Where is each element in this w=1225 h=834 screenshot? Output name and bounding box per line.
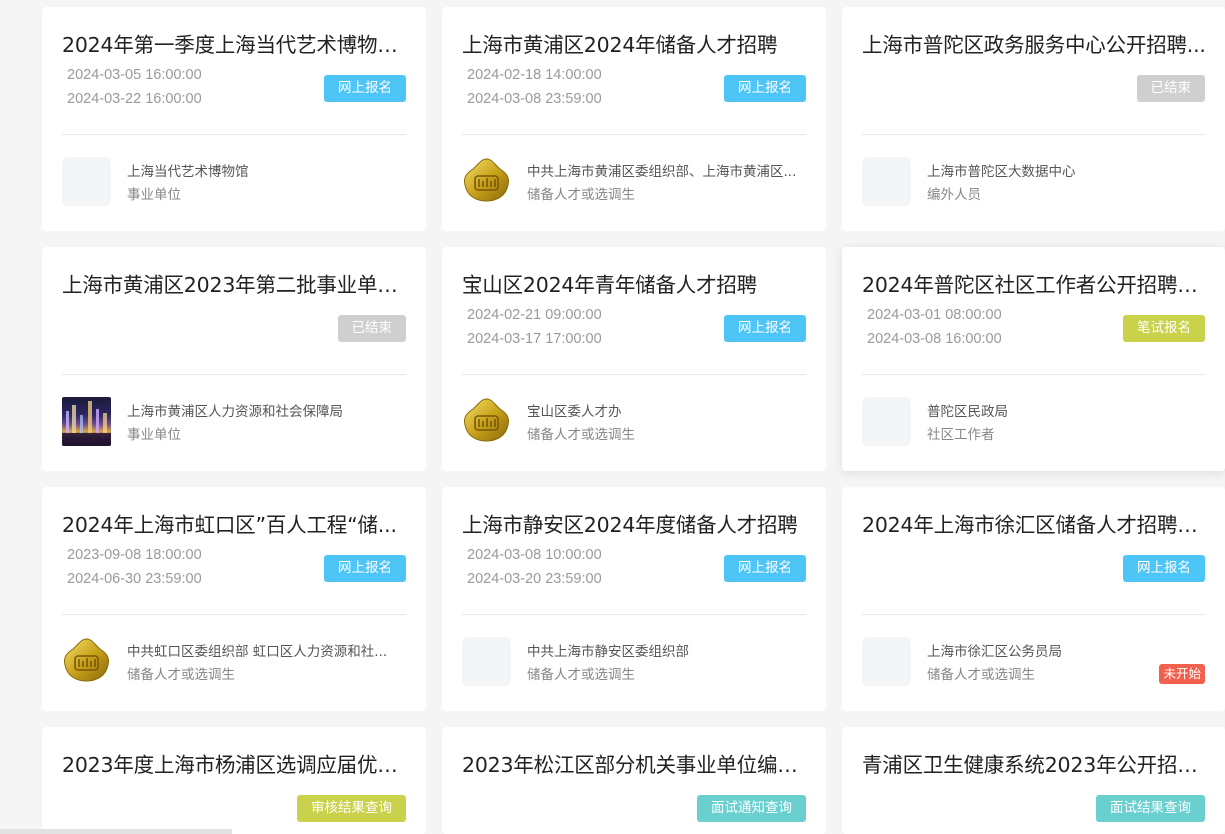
start-date: 2024-02-18 14:00:00 xyxy=(467,67,602,83)
interview-notice-query-button[interactable]: 面试通知查询 xyxy=(697,795,806,822)
job-title[interactable]: 2024年上海市虹口区”百人工程“储... xyxy=(62,511,407,539)
org-name: 上海市黄浦区人力资源和社会保障局 xyxy=(127,404,343,420)
end-date: 2024-03-22 16:00:00 xyxy=(67,91,202,107)
review-result-query-button[interactable]: 审核结果查询 xyxy=(297,795,406,822)
end-date: 2024-03-08 23:59:00 xyxy=(467,91,602,107)
job-title[interactable]: 2024年普陀区社区工作者公开招聘笔... xyxy=(862,271,1207,299)
gold-emblem-icon xyxy=(462,157,511,206)
job-card[interactable]: 2024年上海市虹口区”百人工程“储... 2023-09-08 18:00:0… xyxy=(42,487,426,711)
job-card[interactable]: 2023年松江区部分机关事业单位编外... 面试通知查询 xyxy=(442,727,826,834)
job-category: 储备人才或选调生 xyxy=(927,667,1035,683)
divider xyxy=(462,614,806,615)
org-name: 中共上海市静安区委组织部 xyxy=(527,644,689,660)
online-signup-button[interactable]: 网上报名 xyxy=(324,75,406,102)
job-card[interactable]: 上海市黄浦区2024年储备人才招聘 2024-02-18 14:00:00 20… xyxy=(442,7,826,231)
end-date: 2024-03-08 16:00:00 xyxy=(867,331,1002,347)
org-logo xyxy=(462,637,511,686)
divider xyxy=(62,614,406,615)
end-date: 2024-03-20 23:59:00 xyxy=(467,571,602,587)
divider xyxy=(62,134,406,135)
job-category: 储备人才或选调生 xyxy=(527,187,635,203)
job-title[interactable]: 上海市普陀区政务服务中心公开招聘... xyxy=(862,31,1207,59)
gold-emblem-icon xyxy=(462,397,511,446)
org-logo xyxy=(862,157,911,206)
org-logo xyxy=(862,397,911,446)
job-card-hovered[interactable]: 2024年普陀区社区工作者公开招聘笔... 2024-03-01 08:00:0… xyxy=(842,247,1225,471)
job-category: 社区工作者 xyxy=(927,427,995,443)
gold-emblem-icon xyxy=(62,637,111,686)
divider xyxy=(862,614,1205,615)
interview-result-query-button[interactable]: 面试结果查询 xyxy=(1096,795,1205,822)
job-card[interactable]: 上海市静安区2024年度储备人才招聘 2024-03-08 10:00:00 2… xyxy=(442,487,826,711)
job-card-grid: 2024年第一季度上海当代艺术博物馆... 2024-03-05 16:00:0… xyxy=(0,0,1225,834)
online-signup-button[interactable]: 网上报名 xyxy=(724,555,806,582)
org-name: 宝山区委人才办 xyxy=(527,404,622,420)
job-category: 事业单位 xyxy=(127,187,181,203)
org-name: 上海市徐汇区公务员局 xyxy=(927,644,1062,660)
org-logo xyxy=(862,637,911,686)
not-started-status-badge: 未开始 xyxy=(1159,664,1205,684)
org-name: 上海市普陀区大数据中心 xyxy=(927,164,1076,180)
job-card[interactable]: 青浦区卫生健康系统2023年公开招聘... 面试结果查询 xyxy=(842,727,1225,834)
start-date: 2023-09-08 18:00:00 xyxy=(67,547,202,563)
online-signup-button[interactable]: 网上报名 xyxy=(324,555,406,582)
job-title[interactable]: 青浦区卫生健康系统2023年公开招聘... xyxy=(862,751,1207,779)
job-category: 储备人才或选调生 xyxy=(527,427,635,443)
divider xyxy=(462,134,806,135)
written-exam-signup-button[interactable]: 笔试报名 xyxy=(1123,315,1205,342)
org-logo-photo xyxy=(62,397,111,446)
start-date: 2024-03-01 08:00:00 xyxy=(867,307,1002,323)
ended-status-badge: 已结束 xyxy=(337,315,406,342)
online-signup-button[interactable]: 网上报名 xyxy=(724,75,806,102)
job-title[interactable]: 2023年松江区部分机关事业单位编外... xyxy=(462,751,807,779)
job-category: 编外人员 xyxy=(927,187,981,203)
start-date: 2024-03-05 16:00:00 xyxy=(67,67,202,83)
end-date: 2024-06-30 23:59:00 xyxy=(67,571,202,587)
org-logo xyxy=(62,157,111,206)
divider xyxy=(462,374,806,375)
horizontal-scrollbar[interactable] xyxy=(0,829,232,834)
job-title[interactable]: 上海市静安区2024年度储备人才招聘 xyxy=(462,511,807,539)
job-title[interactable]: 2023年度上海市杨浦区选调应届优秀... xyxy=(62,751,407,779)
job-category: 储备人才或选调生 xyxy=(527,667,635,683)
job-title[interactable]: 宝山区2024年青年储备人才招聘 xyxy=(462,271,807,299)
divider xyxy=(862,374,1205,375)
org-name: 普陀区民政局 xyxy=(927,404,1008,420)
org-name: 中共虹口区委组织部 虹口区人力资源和社... xyxy=(127,644,388,660)
org-name: 上海当代艺术博物馆 xyxy=(127,164,249,180)
ended-status-badge: 已结束 xyxy=(1136,75,1205,102)
online-signup-button[interactable]: 网上报名 xyxy=(1123,555,1205,582)
online-signup-button[interactable]: 网上报名 xyxy=(724,315,806,342)
start-date: 2024-03-08 10:00:00 xyxy=(467,547,602,563)
job-title[interactable]: 2024年第一季度上海当代艺术博物馆... xyxy=(62,31,407,59)
job-card[interactable]: 2024年第一季度上海当代艺术博物馆... 2024-03-05 16:00:0… xyxy=(42,7,426,231)
org-name: 中共上海市黄浦区委组织部、上海市黄浦区... xyxy=(527,164,797,180)
start-date: 2024-02-21 09:00:00 xyxy=(467,307,602,323)
job-card[interactable]: 2024年上海市徐汇区储备人才招聘报... 网上报名 上海市徐汇区公务员局 储备… xyxy=(842,487,1225,711)
divider xyxy=(862,134,1205,135)
job-title[interactable]: 上海市黄浦区2024年储备人才招聘 xyxy=(462,31,807,59)
job-category: 事业单位 xyxy=(127,427,181,443)
end-date: 2024-03-17 17:00:00 xyxy=(467,331,602,347)
job-title[interactable]: 上海市黄浦区2023年第二批事业单位... xyxy=(62,271,407,299)
job-category: 储备人才或选调生 xyxy=(127,667,235,683)
job-title[interactable]: 2024年上海市徐汇区储备人才招聘报... xyxy=(862,511,1207,539)
job-card[interactable]: 宝山区2024年青年储备人才招聘 2024-02-21 09:00:00 202… xyxy=(442,247,826,471)
job-card[interactable]: 上海市普陀区政务服务中心公开招聘... 已结束 上海市普陀区大数据中心 编外人员 xyxy=(842,7,1225,231)
divider xyxy=(62,374,406,375)
job-card[interactable]: 2023年度上海市杨浦区选调应届优秀... 审核结果查询 xyxy=(42,727,426,834)
job-card[interactable]: 上海市黄浦区2023年第二批事业单位... 已结束 上海市黄浦区人力资源和社会保… xyxy=(42,247,426,471)
